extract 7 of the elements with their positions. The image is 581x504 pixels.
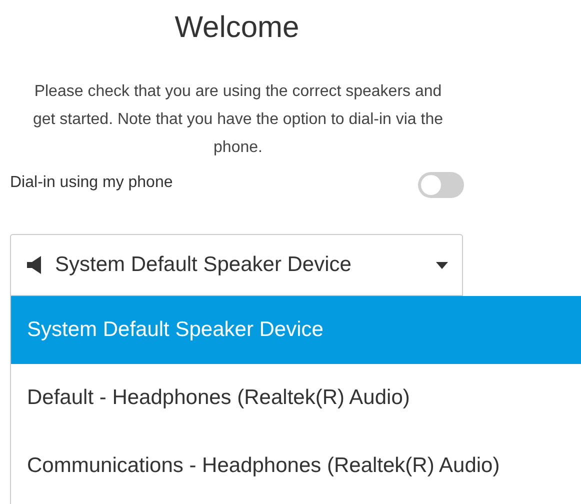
caret-icon [436, 262, 448, 268]
dial-in-toggle[interactable] [418, 172, 464, 198]
welcome-title: Welcome [174, 10, 300, 46]
speaker-icon [27, 256, 41, 274]
speaker-select[interactable]: System Default Speaker Device [10, 234, 463, 296]
intro-text: Please check that you are using the correct speakers and get started. Note that you have the option to dial-in via the phone. [32, 82, 444, 158]
dial-in-label: Dial-in using my phone [10, 174, 173, 192]
